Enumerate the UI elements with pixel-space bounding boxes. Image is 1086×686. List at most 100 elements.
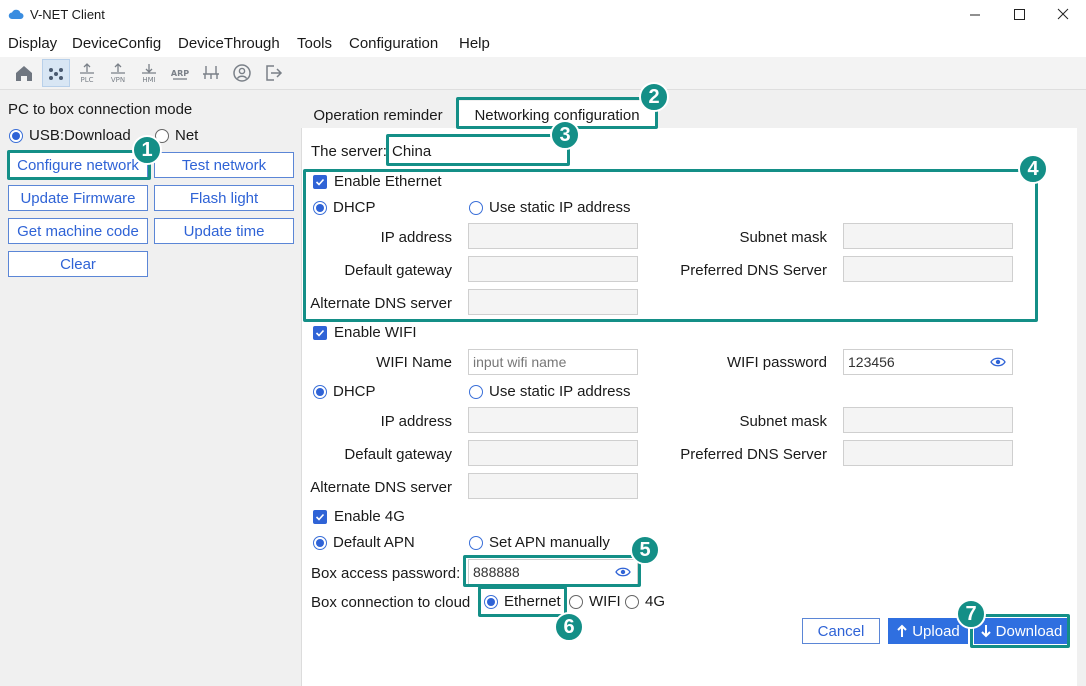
vpn-button[interactable]: VPN [104, 59, 132, 87]
server-select[interactable]: China [392, 143, 431, 160]
menu-devicethrough[interactable]: DeviceThrough [178, 35, 280, 52]
default-apn-radio[interactable]: Default APN [313, 534, 415, 551]
ethernet-subnet-input[interactable] [843, 223, 1013, 249]
connection-mode-title: PC to box connection mode [8, 101, 193, 118]
enable-4g-label: Enable 4G [334, 508, 405, 525]
upload-label: Upload [912, 622, 960, 640]
plc-button[interactable]: PLC [73, 59, 101, 87]
hmi-button[interactable]: HMI [135, 59, 163, 87]
router-button[interactable] [197, 59, 225, 87]
hmi-label: HMI [142, 76, 155, 84]
cloud-4g-radio[interactable]: 4G [625, 593, 665, 610]
ethernet-dhcp-radio[interactable]: DHCP [313, 199, 376, 216]
wifi-dhcp-label: DHCP [333, 383, 376, 400]
maximize-button[interactable] [1004, 4, 1034, 26]
callout-badge-1: 1 [132, 135, 162, 165]
router-icon [203, 66, 219, 79]
ethernet-ip-label: IP address [380, 229, 452, 246]
hmi-icon: HMI [142, 64, 156, 84]
minimize-icon [970, 14, 980, 16]
configure-network-button[interactable]: Configure network [8, 152, 148, 178]
toolbar: PLC VPN HMI ARP [0, 57, 1086, 90]
wifi-gateway-input[interactable] [468, 440, 638, 466]
wifi-name-input[interactable]: input wifi name [468, 349, 638, 375]
wifi-password-input[interactable]: 123456 [843, 349, 1013, 375]
ethernet-ip-input[interactable] [468, 223, 638, 249]
wifi-subnet-input[interactable] [843, 407, 1013, 433]
home-button[interactable] [10, 59, 38, 87]
ethernet-gateway-input[interactable] [468, 256, 638, 282]
wifi-dns-alternate-input[interactable] [468, 473, 638, 499]
radio-indicator [313, 200, 327, 215]
menu-tools[interactable]: Tools [297, 35, 332, 52]
plc-label: PLC [80, 76, 93, 84]
mode-usb-radio[interactable]: USB:Download [9, 127, 131, 144]
user-icon [233, 64, 251, 82]
arp-icon: ARP [171, 69, 189, 80]
network-nodes-icon [49, 68, 63, 80]
wifi-ip-input[interactable] [468, 407, 638, 433]
update-firmware-button[interactable]: Update Firmware [8, 185, 148, 211]
checkbox-checked-icon [313, 325, 327, 340]
enable-4g-checkbox[interactable]: Enable 4G [313, 508, 405, 525]
plc-icon: PLC [80, 63, 94, 84]
ethernet-static-radio[interactable]: Use static IP address [469, 199, 630, 216]
arrow-up-icon [897, 624, 907, 637]
minimize-button[interactable] [960, 4, 990, 26]
close-button[interactable] [1048, 4, 1078, 26]
upload-button[interactable]: Upload [888, 618, 968, 644]
mode-net-radio[interactable]: Net [155, 127, 198, 144]
radio-indicator [9, 128, 23, 143]
ethernet-dns-preferred-input[interactable] [843, 256, 1013, 282]
wifi-dns-preferred-input[interactable] [843, 440, 1013, 466]
cloud-icon [8, 9, 24, 19]
flash-light-button[interactable]: Flash light [154, 185, 294, 211]
vpn-icon: VPN [111, 63, 125, 84]
menu-help[interactable]: Help [459, 35, 490, 52]
wifi-name-label: WIFI Name [376, 354, 452, 371]
get-machine-code-button[interactable]: Get machine code [8, 218, 148, 244]
user-button[interactable] [228, 59, 256, 87]
enable-wifi-checkbox[interactable]: Enable WIFI [313, 324, 417, 341]
home-icon [16, 66, 32, 81]
show-password-icon[interactable] [990, 356, 1006, 368]
wifi-password-label: WIFI password [726, 354, 827, 371]
network-button[interactable] [42, 59, 70, 87]
box-password-input[interactable]: 888888 [468, 559, 638, 585]
wifi-subnet-label: Subnet mask [739, 413, 827, 430]
test-network-button[interactable]: Test network [154, 152, 294, 178]
wifi-static-radio[interactable]: Use static IP address [469, 383, 630, 400]
wifi-static-label: Use static IP address [489, 383, 631, 400]
menu-deviceconfig[interactable]: DeviceConfig [72, 35, 161, 52]
cloud-ethernet-radio[interactable]: Ethernet [484, 593, 561, 610]
show-box-password-icon[interactable] [615, 566, 631, 578]
mode-net-label: Net [175, 127, 199, 144]
menu-display[interactable]: Display [8, 35, 57, 52]
ethernet-gateway-label: Default gateway [344, 262, 452, 279]
enable-ethernet-label: Enable Ethernet [334, 173, 442, 190]
wifi-dhcp-radio[interactable]: DHCP [313, 383, 376, 400]
arrow-down-icon [980, 625, 991, 638]
callout-badge-6: 6 [554, 612, 584, 642]
ethernet-dns-alternate-input[interactable] [468, 289, 638, 315]
radio-indicator [313, 535, 327, 550]
box-password-label: Box access password: [311, 565, 461, 582]
default-apn-label: Default APN [333, 534, 415, 551]
manual-apn-radio[interactable]: Set APN manually [469, 534, 610, 551]
radio-indicator [469, 535, 483, 550]
tab-operation-reminder[interactable]: Operation reminder [302, 101, 454, 129]
radio-indicator [313, 384, 327, 399]
cloud-wifi-radio[interactable]: WIFI [569, 593, 621, 610]
callout-badge-4: 4 [1018, 154, 1048, 184]
cancel-button[interactable]: Cancel [802, 618, 880, 644]
cloud-wifi-label: WIFI [589, 593, 621, 610]
logout-button[interactable] [259, 59, 287, 87]
download-button[interactable]: Download [974, 618, 1068, 644]
enable-ethernet-checkbox[interactable]: Enable Ethernet [313, 173, 442, 190]
arp-button[interactable]: ARP [166, 59, 194, 87]
callout-badge-3: 3 [550, 120, 580, 150]
wifi-dns-preferred-label: Preferred DNS Server [680, 446, 827, 463]
menu-configuration[interactable]: Configuration [349, 35, 438, 52]
clear-button[interactable]: Clear [8, 251, 148, 277]
update-time-button[interactable]: Update time [154, 218, 294, 244]
